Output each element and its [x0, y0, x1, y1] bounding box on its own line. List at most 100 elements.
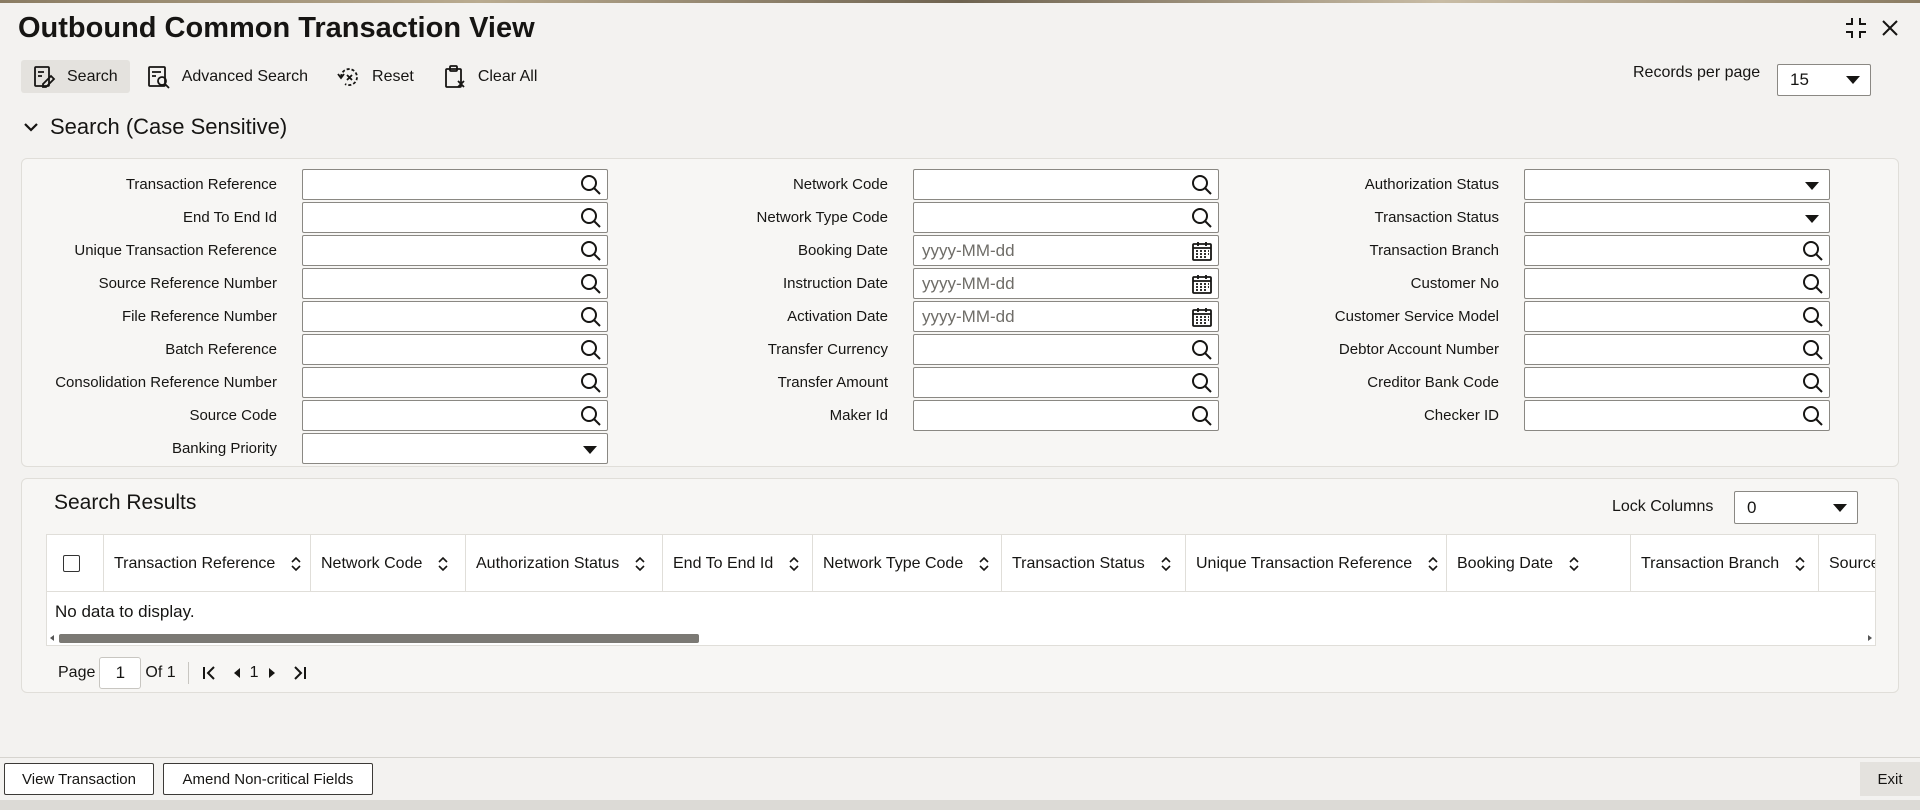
advanced-search-button[interactable]: Advanced Search: [136, 60, 320, 93]
booking-date-input[interactable]: yyyy-MM-dd: [913, 235, 1219, 266]
banking-priority-select[interactable]: [302, 433, 608, 464]
batch-reference-input[interactable]: [302, 334, 608, 365]
debtor-account-number-input[interactable]: [1524, 334, 1830, 365]
search-section-toggle[interactable]: Search (Case Sensitive): [22, 114, 287, 140]
instruction-date-input[interactable]: yyyy-MM-dd: [913, 268, 1219, 299]
transaction-branch-input[interactable]: [1524, 235, 1830, 266]
search-icon[interactable]: [579, 371, 603, 395]
sort-icon[interactable]: [977, 556, 991, 572]
column-header-transaction-status[interactable]: Transaction Status: [1002, 535, 1186, 592]
column-header-unique-transaction-reference[interactable]: Unique Transaction Reference: [1186, 535, 1447, 592]
sort-icon[interactable]: [289, 556, 303, 572]
exit-button[interactable]: Exit: [1860, 762, 1920, 796]
calendar-icon[interactable]: [1190, 305, 1214, 329]
search-icon[interactable]: [579, 206, 603, 230]
column-header-label: Network Code: [321, 554, 423, 572]
column-header-end-to-end-id[interactable]: End To End Id: [663, 535, 813, 592]
search-icon[interactable]: [579, 239, 603, 263]
column-header-booking-date[interactable]: Booking Date: [1447, 535, 1631, 592]
calendar-icon[interactable]: [1190, 239, 1214, 263]
search-button[interactable]: Search: [21, 60, 130, 93]
search-icon[interactable]: [1190, 206, 1214, 230]
consolidation-reference-number-input[interactable]: [302, 367, 608, 398]
close-icon[interactable]: [1876, 14, 1904, 42]
network-type-code-input[interactable]: [913, 202, 1219, 233]
search-icon[interactable]: [579, 404, 603, 428]
sort-icon[interactable]: [1793, 556, 1807, 572]
scroll-right-icon[interactable]: [1868, 635, 1872, 641]
transaction-status-label: Transaction Status: [1374, 209, 1499, 226]
transfer-amount-input[interactable]: [913, 367, 1219, 398]
search-results-title: Search Results: [54, 491, 197, 514]
search-icon[interactable]: [1801, 371, 1825, 395]
search-icon[interactable]: [1190, 338, 1214, 362]
scrollbar-thumb[interactable]: [59, 634, 699, 643]
source-reference-number-input[interactable]: [302, 268, 608, 299]
reset-button[interactable]: Reset: [326, 60, 426, 93]
end-to-end-id-input[interactable]: [302, 202, 608, 233]
sort-icon[interactable]: [1426, 556, 1440, 572]
column-header-label: Booking Date: [1457, 554, 1554, 572]
horizontal-scrollbar[interactable]: [47, 631, 1875, 645]
last-page-icon[interactable]: [291, 664, 309, 682]
column-header-source-re[interactable]: Source Re: [1819, 535, 1875, 592]
search-icon[interactable]: [1801, 404, 1825, 428]
search-icon[interactable]: [579, 305, 603, 329]
column-header-label: Transaction Reference: [114, 554, 276, 572]
column-header-network-type-code[interactable]: Network Type Code: [813, 535, 1002, 592]
calendar-icon[interactable]: [1190, 272, 1214, 296]
transaction-status-select[interactable]: [1524, 202, 1830, 233]
sort-icon[interactable]: [633, 556, 647, 572]
column-header-transaction-reference[interactable]: Transaction Reference: [104, 535, 311, 592]
checker-id-input[interactable]: [1524, 400, 1830, 431]
view-transaction-button[interactable]: View Transaction: [4, 763, 154, 795]
column-header-authorization-status[interactable]: Authorization Status: [466, 535, 663, 592]
creditor-bank-code-input[interactable]: [1524, 367, 1830, 398]
file-reference-number-input[interactable]: [302, 301, 608, 332]
previous-page-icon[interactable]: [228, 664, 246, 682]
maker-id-input[interactable]: [913, 400, 1219, 431]
minimize-icon[interactable]: [1842, 14, 1870, 42]
search-icon[interactable]: [1801, 239, 1825, 263]
search-icon[interactable]: [1801, 338, 1825, 362]
instruction-date-label: Instruction Date: [782, 275, 888, 292]
column-header-network-code[interactable]: Network Code: [311, 535, 466, 592]
search-icon[interactable]: [1190, 173, 1214, 197]
activation-date-input[interactable]: yyyy-MM-dd: [913, 301, 1219, 332]
customer-no-input[interactable]: [1524, 268, 1830, 299]
file-reference-number-label: File Reference Number: [121, 308, 277, 325]
amend-non-critical-fields-button[interactable]: Amend Non-critical Fields: [163, 763, 373, 795]
customer-service-model-input[interactable]: [1524, 301, 1830, 332]
search-icon[interactable]: [1801, 272, 1825, 296]
sort-icon[interactable]: [787, 556, 801, 572]
clear-all-button[interactable]: Clear All: [432, 60, 550, 93]
search-icon[interactable]: [1190, 371, 1214, 395]
sort-icon[interactable]: [1159, 556, 1173, 572]
unique-transaction-reference-input[interactable]: [302, 235, 608, 266]
search-icon[interactable]: [579, 173, 603, 197]
reset-icon: [337, 67, 358, 86]
next-page-icon[interactable]: [263, 664, 281, 682]
grid-header: Transaction Reference Network Code Authori…: [47, 535, 1875, 592]
sort-icon[interactable]: [436, 556, 450, 572]
select-all-checkbox[interactable]: [63, 555, 80, 572]
authorization-status-select[interactable]: [1524, 169, 1830, 200]
scroll-left-icon[interactable]: [50, 635, 54, 641]
search-icon[interactable]: [1190, 404, 1214, 428]
page-input[interactable]: 1: [99, 657, 142, 689]
transaction-reference-input[interactable]: [302, 169, 608, 200]
search-icon[interactable]: [579, 272, 603, 296]
search-icon[interactable]: [1801, 305, 1825, 329]
column-header-label: End To End Id: [673, 554, 774, 572]
sort-icon[interactable]: [1567, 556, 1581, 572]
first-page-icon[interactable]: [200, 664, 218, 682]
source-code-input[interactable]: [302, 400, 608, 431]
records-per-page-select[interactable]: 15: [1777, 64, 1871, 96]
amend-label: Amend Non-critical Fields: [182, 770, 354, 788]
transaction-branch-label: Transaction Branch: [1369, 242, 1499, 259]
column-header-transaction-branch[interactable]: Transaction Branch: [1631, 535, 1819, 592]
network-code-input[interactable]: [913, 169, 1219, 200]
search-icon[interactable]: [579, 338, 603, 362]
transfer-currency-input[interactable]: [913, 334, 1219, 365]
lock-columns-select[interactable]: 0: [1734, 491, 1858, 524]
